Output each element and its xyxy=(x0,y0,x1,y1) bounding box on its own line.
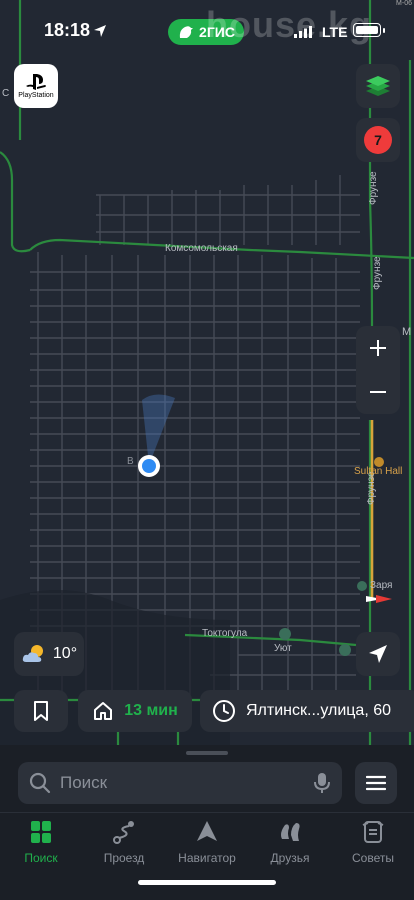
zoom-in-button[interactable] xyxy=(356,326,400,370)
street-label-komsomolskaya: Комсомольская xyxy=(165,243,238,254)
bookmarks-button[interactable] xyxy=(14,690,68,732)
status-bar: 18:18 2ГИС LTE house.kg М-06 xyxy=(0,0,414,60)
menu-button[interactable] xyxy=(355,762,397,804)
tab-label: Навигатор xyxy=(178,851,236,865)
navigation-arrow-icon xyxy=(369,645,387,663)
map-label-m: М xyxy=(402,326,412,338)
location-arrow-icon xyxy=(94,25,106,37)
search-input[interactable]: Поиск xyxy=(60,773,312,793)
street-label-frunze-mid: Фрунзе xyxy=(372,256,383,290)
route-icon xyxy=(113,821,134,844)
friends-icon xyxy=(281,823,300,841)
map-label-v: В xyxy=(127,456,134,467)
recent-destination-button[interactable]: Ялтинск...улица, 60 xyxy=(200,690,414,732)
corner-map-label: М-06 xyxy=(396,0,412,7)
tab-label: Друзья xyxy=(270,851,310,865)
quick-actions-row: 13 мин Ялтинск...улица, 60 xyxy=(0,690,414,732)
tab-tips[interactable]: Советы xyxy=(332,819,414,873)
playstation-label: PlayStation xyxy=(18,92,54,99)
minus-icon xyxy=(370,391,386,393)
tab-label: Проезд xyxy=(103,851,145,865)
search-bar[interactable]: Поиск xyxy=(18,762,342,804)
hamburger-icon xyxy=(366,775,386,791)
partly-cloudy-icon xyxy=(22,645,43,662)
street-label-frunze-top: Фрунзе xyxy=(368,171,379,205)
tab-friends[interactable]: Друзья xyxy=(249,819,331,873)
home-indicator xyxy=(138,880,276,885)
search-grid-icon xyxy=(31,821,51,843)
home-route-button[interactable]: 13 мин xyxy=(78,690,192,732)
zoom-controls xyxy=(356,326,400,414)
clock-icon xyxy=(213,700,235,722)
traffic-score-badge: 7 xyxy=(364,126,392,154)
tips-icon xyxy=(362,821,384,843)
tab-label: Поиск xyxy=(24,851,58,865)
tab-route[interactable]: Проезд xyxy=(83,819,165,873)
zoom-out-button[interactable] xyxy=(356,370,400,414)
plus-icon xyxy=(370,340,386,356)
navigator-icon xyxy=(197,821,217,841)
home-icon xyxy=(94,702,113,720)
layers-button[interactable] xyxy=(356,64,400,108)
sheet-grabber[interactable] xyxy=(186,751,228,755)
traffic-score: 7 xyxy=(374,132,382,148)
home-route-minutes: 13 мин xyxy=(124,702,178,719)
weather-temperature: 10° xyxy=(52,645,78,662)
tab-label: Советы xyxy=(352,851,394,865)
search-icon xyxy=(29,772,51,794)
my-location-button[interactable] xyxy=(356,632,400,676)
microphone-icon[interactable] xyxy=(312,771,332,795)
status-time: 18:18 xyxy=(44,20,91,40)
tab-bar: Поиск Проезд Навигатор Друзья Советы xyxy=(0,812,414,900)
playstation-logo-icon xyxy=(26,74,46,90)
map-label-s: С xyxy=(2,88,10,99)
layers-icon xyxy=(366,76,390,96)
brand-logo-icon xyxy=(179,26,194,38)
traffic-button[interactable]: 7 xyxy=(356,118,400,162)
poi-label-uyut[interactable]: Уют xyxy=(274,643,292,654)
watermark: house.kg xyxy=(206,4,373,45)
street-label-toktogula: Токтогула xyxy=(202,628,248,639)
recent-destination-address: Ялтинск...улица, 60 xyxy=(246,702,391,719)
compass-icon[interactable] xyxy=(362,584,396,614)
playstation-promo-button[interactable]: PlayStation xyxy=(14,64,58,108)
tab-navigator[interactable]: Навигатор xyxy=(166,819,248,873)
weather-widget[interactable]: 10° xyxy=(14,632,84,676)
bookmark-icon xyxy=(34,701,48,721)
tab-search[interactable]: Поиск xyxy=(0,819,82,873)
poi-label-sultan-hall[interactable]: Sultan Hall xyxy=(354,466,402,477)
